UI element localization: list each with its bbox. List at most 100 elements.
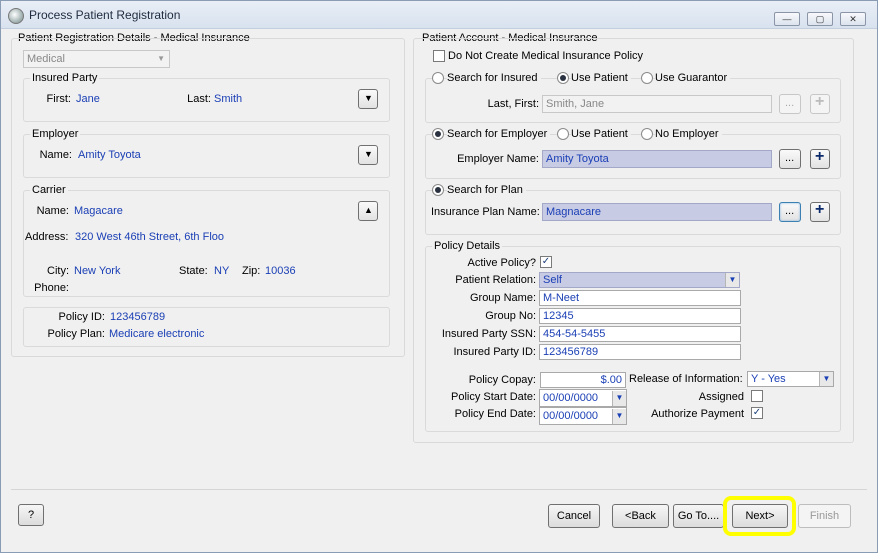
checkmark-icon: ✓ (541, 256, 551, 267)
plan-search-button[interactable]: ... (779, 202, 801, 222)
no-employer-radio[interactable] (641, 128, 653, 140)
address-label: Address: (25, 231, 69, 243)
ssn-field[interactable]: 454-54-5455 (539, 326, 741, 342)
city-value: New York (74, 265, 121, 277)
first-value: Jane (76, 93, 100, 105)
insured-search-button[interactable]: ... (779, 94, 801, 114)
group-no-label: Group No: (485, 310, 536, 322)
release-info-select[interactable]: Y - Yes ▼ (747, 371, 834, 387)
chevron-down-icon: ▼ (612, 391, 626, 406)
do-not-create-checkbox[interactable] (433, 50, 445, 62)
use-guarantor-label: Use Guarantor (655, 72, 731, 84)
checkmark-icon: ✓ (752, 407, 762, 418)
active-policy-label: Active Policy? (467, 257, 536, 269)
authorize-payment-checkbox[interactable]: ✓ (751, 407, 763, 419)
carrier-name-value: Magacare (74, 205, 123, 217)
release-info-value: Y - Yes (751, 373, 786, 385)
employer-search-button[interactable]: ... (779, 149, 801, 169)
insurance-type-select[interactable]: Medical ▼ (23, 50, 170, 68)
minimize-button[interactable]: — (774, 12, 800, 26)
use-patient-employer-radio[interactable] (557, 128, 569, 140)
employer-name-label: Name: (39, 149, 72, 161)
title-bar: Process Patient Registration — ▢ ✕ (1, 1, 877, 29)
copay-field[interactable]: $.00 (540, 372, 626, 388)
use-patient-insured-label: Use Patient (571, 72, 631, 84)
group-name-label: Group Name: (469, 292, 536, 304)
ellipsis-icon: ... (785, 97, 795, 109)
carrier-title: Carrier (30, 184, 68, 196)
carrier-collapse-button[interactable]: ▲ (358, 201, 378, 221)
back-button[interactable]: <Back (612, 504, 669, 528)
zip-label: Zip: (242, 265, 261, 277)
carrier-name-label: Name: (36, 205, 69, 217)
chevron-down-icon: ▼ (819, 372, 833, 386)
insurance-type-value: Medical (27, 53, 65, 65)
copay-label: Policy Copay: (468, 374, 536, 386)
employer-expand-button[interactable]: ▼ (358, 145, 378, 165)
assigned-label: Assigned (698, 391, 744, 403)
release-info-label: Release of Information: (629, 373, 743, 385)
use-patient-insured-radio[interactable] (557, 72, 569, 84)
next-button[interactable]: Next> (732, 504, 788, 528)
maximize-button[interactable]: ▢ (807, 12, 833, 26)
plus-icon: + (815, 201, 825, 218)
search-plan-label: Search for Plan (447, 184, 526, 196)
end-date-field[interactable]: 00/00/0000 ▼ (539, 407, 627, 425)
last-label: Last: (187, 93, 211, 105)
registration-window: Process Patient Registration — ▢ ✕ Patie… (0, 0, 878, 553)
phone-label: Phone: (34, 282, 69, 294)
chevron-down-icon: ▼ (725, 273, 739, 287)
insured-party-expand-button[interactable]: ▼ (358, 89, 378, 109)
last-value: Smith (214, 93, 243, 105)
start-date-field[interactable]: 00/00/0000 ▼ (539, 389, 627, 407)
plus-icon: + (815, 93, 825, 110)
party-id-field[interactable]: 123456789 (539, 344, 741, 360)
first-label: First: (46, 93, 71, 105)
finish-button[interactable]: Finish (798, 504, 851, 528)
employer-name-field[interactable]: Amity Toyota (542, 150, 772, 168)
app-icon (8, 8, 24, 24)
help-button[interactable]: ? (18, 504, 44, 526)
insured-add-button[interactable]: + (810, 93, 830, 114)
search-insured-label: Search for Insured (447, 72, 541, 84)
start-date-label: Policy Start Date: (451, 391, 536, 403)
use-guarantor-radio[interactable] (641, 72, 653, 84)
patient-relation-label: Patient Relation: (455, 274, 536, 286)
plan-name-label: Insurance Plan Name: (431, 206, 540, 218)
search-plan-radio[interactable] (432, 184, 444, 196)
policy-id-label: Policy ID: (58, 311, 105, 323)
chevron-up-icon: ▲ (364, 205, 373, 215)
start-date-value: 00/00/0000 (543, 392, 599, 404)
end-date-label: Policy End Date: (454, 408, 536, 420)
address-value: 320 West 46th Street, 6th Floo (75, 231, 224, 243)
plan-add-button[interactable]: + (810, 201, 830, 222)
patient-relation-select[interactable]: Self ▼ (539, 272, 740, 288)
employer-name-label-right: Employer Name: (457, 153, 539, 165)
footer-divider (11, 489, 867, 490)
policy-plan-label: Policy Plan: (47, 328, 105, 340)
policy-id-value: 123456789 (110, 311, 166, 323)
insured-party-title: Insured Party (30, 72, 100, 84)
last-first-field[interactable]: Smith, Jane (542, 95, 772, 113)
cancel-button[interactable]: Cancel (548, 504, 600, 528)
search-employer-label: Search for Employer (447, 128, 551, 140)
assigned-checkbox[interactable] (751, 390, 763, 402)
ellipsis-icon: ... (785, 152, 795, 164)
employer-title: Employer (30, 128, 81, 140)
search-insured-radio[interactable] (432, 72, 444, 84)
state-label: State: (179, 265, 208, 277)
plus-icon: + (815, 148, 825, 165)
active-policy-checkbox[interactable]: ✓ (540, 256, 552, 268)
do-not-create-label: Do Not Create Medical Insurance Policy (448, 50, 644, 62)
close-button[interactable]: ✕ (840, 12, 866, 26)
goto-button[interactable]: Go To.... (673, 504, 724, 528)
employer-add-button[interactable]: + (810, 148, 830, 169)
search-employer-radio[interactable] (432, 128, 444, 140)
group-no-field[interactable]: 12345 (539, 308, 741, 324)
plan-name-field[interactable]: Magnacare (542, 203, 772, 221)
city-label: City: (47, 265, 69, 277)
ellipsis-icon: ... (785, 205, 795, 217)
group-name-field[interactable]: M-Neet (539, 290, 741, 306)
patient-relation-value: Self (543, 274, 562, 286)
zip-value: 10036 (265, 265, 296, 277)
